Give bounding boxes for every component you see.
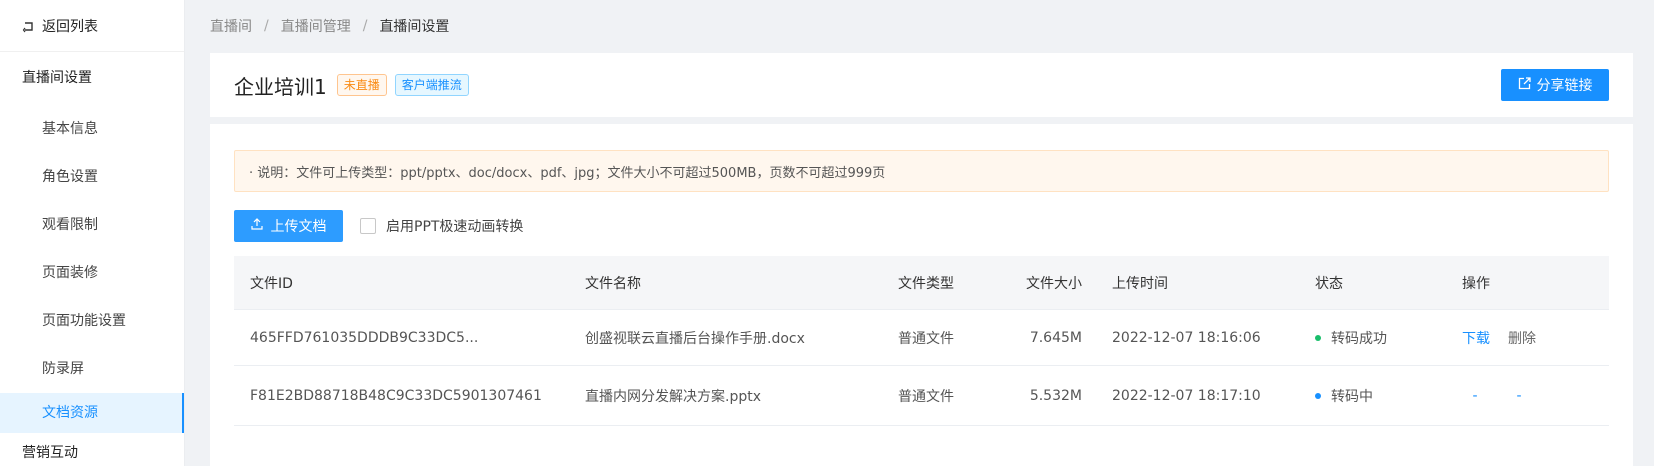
cell-status: 转码中 bbox=[1293, 386, 1440, 406]
cell-file-id: F81E2BD88718B48C9C33DC5901307461 bbox=[250, 387, 542, 404]
back-to-list-button[interactable]: 返回列表 bbox=[0, 0, 184, 52]
upload-document-button[interactable]: 上传文档 bbox=[234, 210, 343, 242]
breadcrumb-live-management[interactable]: 直播间管理 bbox=[281, 16, 351, 36]
share-link-button[interactable]: 分享链接 bbox=[1501, 69, 1609, 101]
cell-file-type: 普通文件 bbox=[898, 388, 954, 405]
page-title: 企业培训1 bbox=[234, 74, 327, 99]
ppt-fast-animation-option[interactable]: 启用PPT极速动画转换 bbox=[360, 210, 523, 242]
upload-icon bbox=[250, 218, 263, 234]
share-link-label: 分享链接 bbox=[1536, 78, 1593, 94]
column-header-file-name: 文件名称 bbox=[585, 275, 641, 292]
delete-action-placeholder: - bbox=[1516, 387, 1522, 404]
delete-link[interactable]: 删除 bbox=[1508, 328, 1536, 348]
cell-file-size: 7.645M bbox=[1029, 329, 1082, 346]
sidebar-item-page-decoration[interactable]: 页面装修 bbox=[0, 249, 184, 297]
sidebar-item-anti-recording[interactable]: 防录屏 bbox=[0, 345, 184, 393]
upload-notice: · 说明：文件可上传类型：ppt/pptx、doc/docx、pdf、jpg；文… bbox=[234, 150, 1609, 192]
column-header-file-id: 文件ID bbox=[250, 275, 293, 292]
sidebar-group-marketing[interactable]: 营销互动 bbox=[0, 433, 184, 466]
column-header-file-type: 文件类型 bbox=[898, 275, 954, 292]
download-link[interactable]: 下载 bbox=[1462, 328, 1490, 348]
breadcrumb-current: 直播间设置 bbox=[379, 19, 450, 35]
cell-actions: - - bbox=[1440, 388, 1609, 404]
cell-status: 转码成功 bbox=[1293, 328, 1440, 348]
cell-file-name: 创盛视联云直播后台操作手册.docx bbox=[585, 330, 805, 347]
cell-file-id: 465FFD761035DDDB9C33DC5... bbox=[250, 329, 479, 346]
cell-file-name: 直播内网分发解决方案.pptx bbox=[585, 388, 761, 405]
sidebar-item-page-features[interactable]: 页面功能设置 bbox=[0, 297, 184, 345]
column-header-file-size: 文件大小 bbox=[1026, 275, 1082, 292]
ppt-fast-animation-checkbox[interactable] bbox=[360, 218, 376, 234]
header-card: 企业培训1 未直播 客户端推流 分享链接 bbox=[210, 53, 1633, 117]
status-badge-not-live: 未直播 bbox=[336, 74, 387, 96]
document-panel: · 说明：文件可上传类型：ppt/pptx、doc/docx、pdf、jpg；文… bbox=[210, 124, 1633, 466]
table-row: F81E2BD88718B48C9C33DC5901307461 直播内网分发解… bbox=[234, 366, 1609, 426]
breadcrumb-separator: / bbox=[362, 18, 368, 34]
status-dot bbox=[1315, 392, 1321, 399]
cell-file-size: 5.532M bbox=[1029, 387, 1082, 404]
table-row: 465FFD761035DDDB9C33DC5... 创盛视联云直播后台操作手册… bbox=[234, 310, 1609, 366]
status-text: 转码成功 bbox=[1331, 330, 1387, 347]
breadcrumb-separator: / bbox=[264, 18, 269, 34]
return-icon bbox=[22, 19, 36, 33]
column-header-upload-time: 上传时间 bbox=[1112, 275, 1168, 292]
sidebar-item-view-restriction[interactable]: 观看限制 bbox=[0, 201, 184, 249]
column-header-actions: 操作 bbox=[1462, 275, 1490, 292]
column-header-status: 状态 bbox=[1315, 275, 1343, 292]
ppt-fast-animation-label: 启用PPT极速动画转换 bbox=[386, 219, 524, 235]
upload-label: 上传文档 bbox=[270, 219, 327, 235]
sidebar: 返回列表 直播间设置 基本信息 角色设置 观看限制 页面装修 页面功能设置 防录… bbox=[0, 0, 185, 466]
sidebar-item-basic-info[interactable]: 基本信息 bbox=[0, 105, 184, 153]
status-dot bbox=[1315, 334, 1321, 341]
cell-upload-time: 2022-12-07 18:16:06 bbox=[1112, 329, 1261, 346]
badge-client-push: 客户端推流 bbox=[394, 74, 469, 96]
status-text: 转码中 bbox=[1331, 388, 1373, 405]
back-label: 返回列表 bbox=[42, 18, 98, 35]
download-action-placeholder: - bbox=[1472, 387, 1478, 404]
table-header-row: 文件ID 文件名称 文件类型 文件大小 上传时间 状态 操作 bbox=[234, 256, 1609, 310]
external-link-icon bbox=[1518, 76, 1531, 94]
breadcrumb-live-room[interactable]: 直播间 bbox=[210, 16, 252, 36]
sidebar-item-role-settings[interactable]: 角色设置 bbox=[0, 153, 184, 201]
cell-actions: 下载 删除 bbox=[1440, 328, 1609, 348]
sidebar-item-document-resources[interactable]: 文档资源 bbox=[0, 393, 184, 433]
breadcrumb: 直播间 / 直播间管理 / 直播间设置 bbox=[210, 16, 449, 36]
sidebar-group-live-settings: 直播间设置 bbox=[22, 70, 92, 86]
cell-upload-time: 2022-12-07 18:17:10 bbox=[1112, 387, 1261, 404]
documents-table: 文件ID 文件名称 文件类型 文件大小 上传时间 状态 操作 465FFD761… bbox=[234, 256, 1609, 426]
cell-file-type: 普通文件 bbox=[898, 330, 954, 347]
